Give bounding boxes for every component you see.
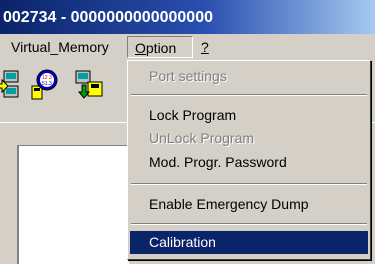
menu-bar: Virtual_Memory Option ? <box>0 34 375 60</box>
menu-help-label: ? <box>201 39 209 55</box>
tree-panel-header <box>17 130 129 146</box>
menu-unlock-program-label: UnLock Program <box>149 130 255 146</box>
menu-option-accel: O <box>135 40 146 56</box>
menu-calibration-label: Calibration <box>149 234 216 250</box>
menu-port-settings-label: Port settings <box>149 68 227 84</box>
menu-calibration[interactable]: Calibration <box>130 231 368 254</box>
tree-panel[interactable] <box>17 130 129 264</box>
download-icon <box>75 70 103 99</box>
option-menu-dropdown: Port settings Lock Program UnLock Progra… <box>127 60 371 260</box>
menu-mod-progr-password-label: Mod. Progr. Password <box>149 154 287 170</box>
menu-port-settings: Port settings <box>130 65 368 88</box>
menu-lock-program-label: Lock Program <box>149 107 237 123</box>
menu-enable-emergency-dump-label: Enable Emergency Dump <box>149 196 309 212</box>
transfer-icon <box>0 70 19 98</box>
title-bar: 002734 - 0000000000000000 <box>0 0 375 34</box>
menu-virtual-memory-label: Virtual_Memory <box>11 39 109 55</box>
window-title: 002734 - 0000000000000000 <box>3 9 213 26</box>
menu-help[interactable]: ? <box>196 36 214 58</box>
svg-text:51.3: 51.3 <box>42 81 52 87</box>
sensor-module-icon: 12 3 51.3 <box>31 69 58 100</box>
menu-virtual-memory[interactable]: Virtual_Memory <box>6 36 114 58</box>
menu-unlock-program: UnLock Program <box>130 127 368 150</box>
menu-mod-progr-password[interactable]: Mod. Progr. Password <box>130 151 368 174</box>
menu-separator <box>131 94 367 96</box>
sensor-module-button[interactable]: 12 3 51.3 <box>26 68 60 102</box>
menu-separator <box>131 183 367 185</box>
menu-enable-emergency-dump[interactable]: Enable Emergency Dump <box>130 193 368 216</box>
menu-lock-program[interactable]: Lock Program <box>130 104 368 127</box>
download-button[interactable] <box>72 68 106 102</box>
transfer-button[interactable] <box>0 68 24 102</box>
menu-option-label-rest: ption <box>145 40 177 56</box>
menu-separator <box>131 223 367 225</box>
menu-option[interactable]: Option <box>127 36 193 58</box>
